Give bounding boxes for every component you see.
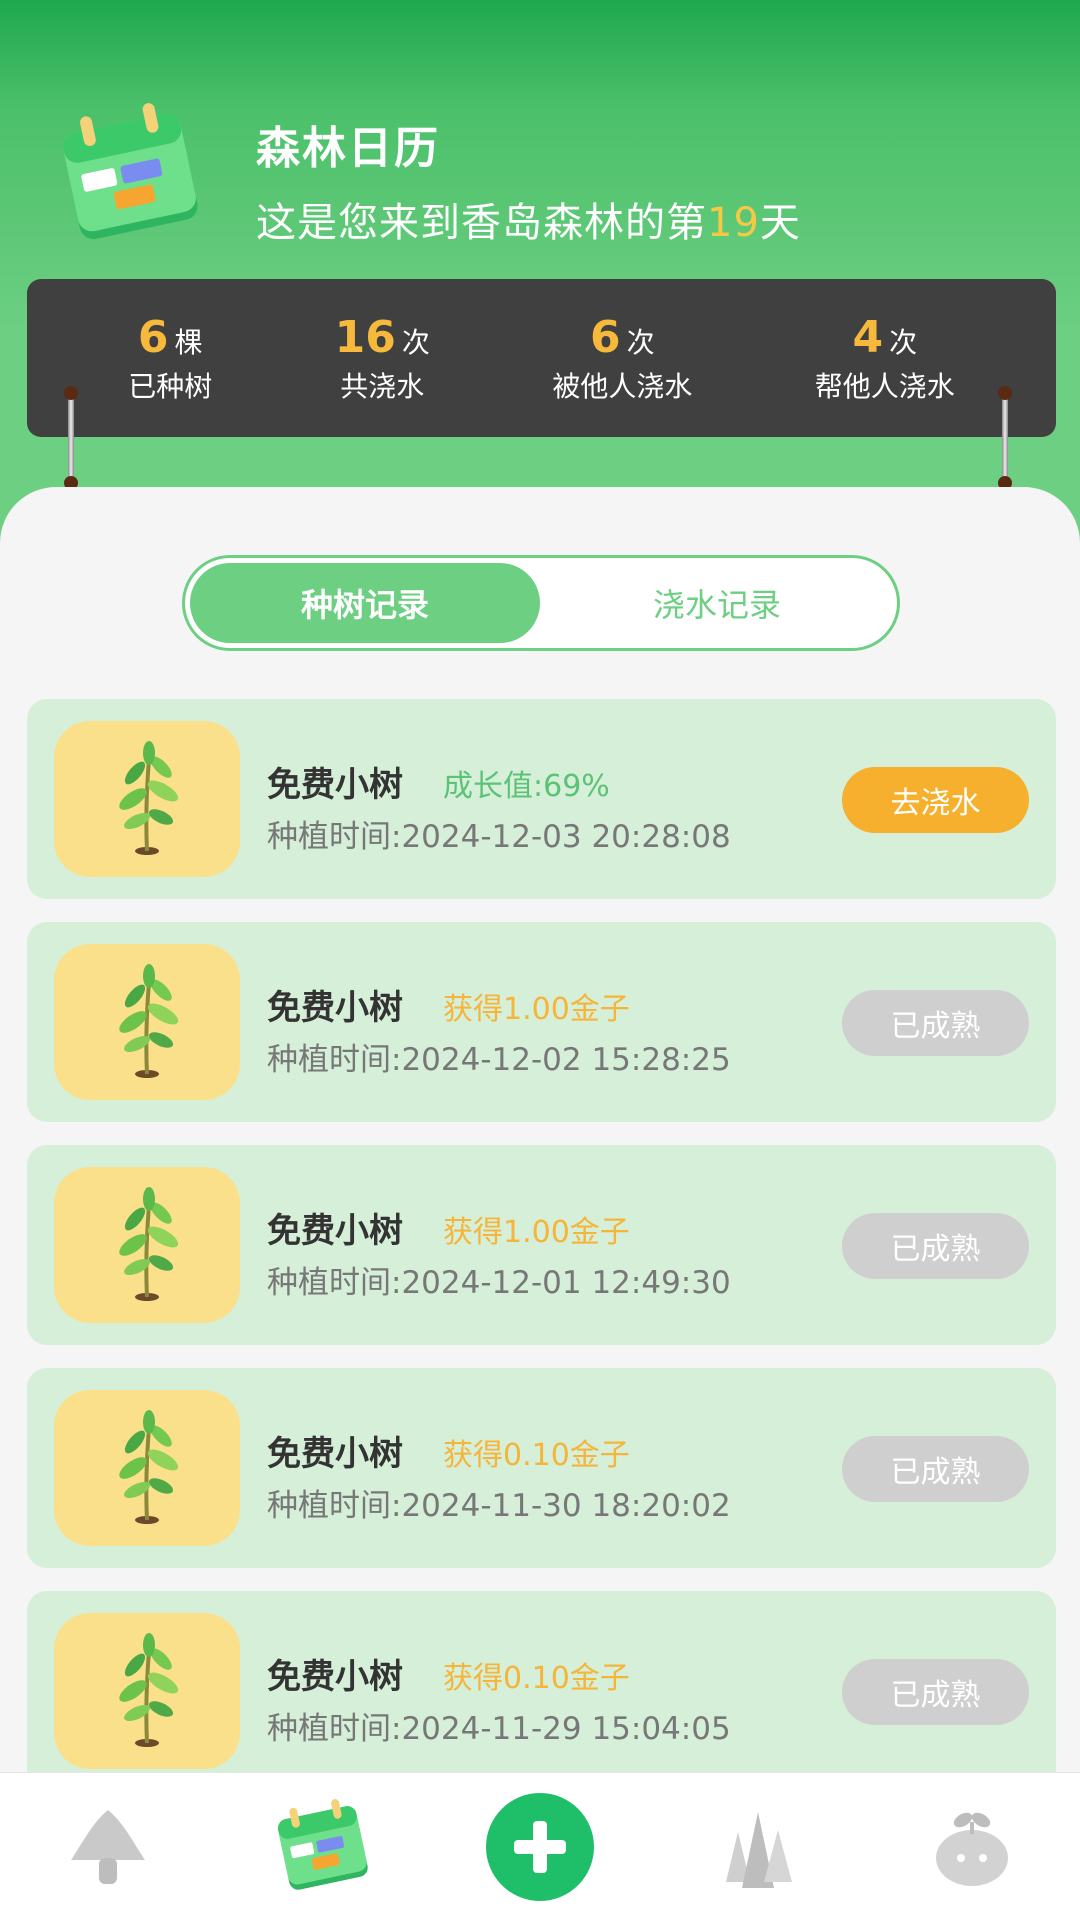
stat-value: 6 bbox=[590, 311, 621, 363]
mushroom-icon bbox=[71, 1809, 145, 1884]
reward-status: 获得0.10金子 bbox=[443, 1438, 630, 1473]
stats-board: 6棵 已种树 16 次 共浇水 6次 被他人浇水 4次 帮他人浇水 bbox=[27, 279, 1056, 437]
stat-value: 4 bbox=[852, 311, 884, 363]
stat-unit: 棵 bbox=[174, 325, 203, 359]
plus-icon bbox=[486, 1792, 594, 1901]
list-item[interactable]: 免费小树 获得0.10金子 种植时间:2024-11-30 18:20:02 已… bbox=[27, 1368, 1056, 1568]
list-item[interactable]: 免费小树 成长值:69% 种植时间:2024-12-03 20:28:08 去浇… bbox=[27, 699, 1056, 899]
nav-item-forest[interactable] bbox=[681, 1777, 831, 1917]
tree-name: 免费小树 bbox=[267, 988, 403, 1028]
stat-unit: 次 bbox=[401, 325, 430, 359]
stat-unit: 次 bbox=[626, 325, 655, 359]
nav-item-calendar[interactable] bbox=[249, 1777, 399, 1917]
sapling-icon bbox=[119, 741, 179, 855]
sapling-icon bbox=[119, 964, 179, 1078]
stat-value: 6 bbox=[137, 311, 169, 363]
stat-label: 帮他人浇水 bbox=[814, 369, 955, 403]
tab-planting-records[interactable]: 种树记录 bbox=[190, 563, 540, 643]
forest-icon bbox=[726, 1811, 792, 1888]
matured-button[interactable]: 已成熟 bbox=[842, 990, 1029, 1056]
list-item[interactable]: 免费小树 获得1.00金子 种植时间:2024-12-01 12:49:30 已… bbox=[27, 1145, 1056, 1345]
nav-item-sprout[interactable] bbox=[897, 1777, 1047, 1917]
hanger-right bbox=[998, 386, 1012, 490]
reward-status: 获得0.10金子 bbox=[443, 1661, 630, 1696]
subtitle-day-count: 19 bbox=[707, 200, 760, 246]
tree-name: 免费小树 bbox=[267, 765, 403, 805]
nav-item-mushroom[interactable] bbox=[33, 1777, 183, 1917]
tree-name: 免费小树 bbox=[267, 1434, 403, 1474]
tree-name: 免费小树 bbox=[267, 1211, 403, 1251]
subtitle-prefix: 这是您来到香岛森林的第 bbox=[256, 200, 707, 246]
reward-status: 获得1.00金子 bbox=[443, 1215, 630, 1250]
matured-button[interactable]: 已成熟 bbox=[842, 1213, 1029, 1279]
page-title: 森林日历 bbox=[256, 123, 440, 174]
sapling-icon bbox=[119, 1187, 179, 1301]
tree-thumbnail bbox=[54, 1167, 240, 1323]
list-item[interactable]: 免费小树 获得1.00金子 种植时间:2024-12-02 15:28:25 已… bbox=[27, 922, 1056, 1122]
record-tabs: 种树记录 浇水记录 bbox=[182, 555, 900, 651]
tree-thumbnail bbox=[54, 1390, 240, 1546]
stat-total-watered: 16 次 共浇水 bbox=[335, 312, 430, 405]
matured-button[interactable]: 已成熟 bbox=[842, 1436, 1029, 1502]
nav-item-plant[interactable] bbox=[465, 1777, 615, 1917]
subtitle-suffix: 天 bbox=[759, 200, 801, 246]
sapling-icon bbox=[119, 1633, 179, 1747]
sprout-icon bbox=[936, 1812, 1008, 1886]
growth-status: 成长值:69% bbox=[443, 769, 610, 804]
stat-unit: 次 bbox=[889, 325, 918, 359]
stat-helped-others: 4次 帮他人浇水 bbox=[815, 312, 955, 405]
sapling-icon bbox=[119, 1410, 179, 1524]
records-panel: 种树记录 浇水记录 免费小树 成长值:69% 种植时间:2024-12-03 2… bbox=[0, 487, 1080, 1920]
plant-time: 种植时间:2024-11-29 15:04:05 bbox=[267, 1711, 731, 1747]
tree-name: 免费小树 bbox=[267, 1657, 403, 1697]
stat-label: 被他人浇水 bbox=[552, 369, 693, 403]
bottom-nav bbox=[0, 1772, 1080, 1920]
reward-status: 获得1.00金子 bbox=[443, 992, 630, 1027]
calendar-icon bbox=[277, 1798, 368, 1890]
stat-watered-by-others: 6次 被他人浇水 bbox=[552, 312, 692, 405]
go-water-button[interactable]: 去浇水 bbox=[842, 767, 1029, 833]
plant-time: 种植时间:2024-12-02 15:28:25 bbox=[267, 1042, 731, 1078]
tree-thumbnail bbox=[54, 1613, 240, 1769]
records-list: 免费小树 成长值:69% 种植时间:2024-12-03 20:28:08 去浇… bbox=[27, 699, 1056, 1814]
plant-time: 种植时间:2024-11-30 18:20:02 bbox=[267, 1488, 731, 1524]
stat-value: 16 bbox=[334, 311, 396, 363]
tab-watering-records[interactable]: 浇水记录 bbox=[542, 563, 892, 643]
hanger-left bbox=[64, 386, 78, 490]
plant-time: 种植时间:2024-12-01 12:49:30 bbox=[267, 1265, 731, 1301]
stat-label: 已种树 bbox=[128, 369, 213, 403]
plant-time: 种植时间:2024-12-03 20:28:08 bbox=[267, 819, 731, 855]
list-item[interactable]: 免费小树 获得0.10金子 种植时间:2024-11-29 15:04:05 已… bbox=[27, 1591, 1056, 1791]
page-subtitle: 这是您来到香岛森林的第19天 bbox=[256, 190, 801, 248]
header: 森林日历 这是您来到香岛森林的第19天 bbox=[0, 0, 1080, 280]
stat-label: 共浇水 bbox=[340, 369, 425, 403]
stat-planted: 6棵 已种树 bbox=[128, 312, 212, 405]
calendar-icon bbox=[62, 103, 198, 240]
tree-thumbnail bbox=[54, 721, 240, 877]
matured-button[interactable]: 已成熟 bbox=[842, 1659, 1029, 1725]
tree-thumbnail bbox=[54, 944, 240, 1100]
